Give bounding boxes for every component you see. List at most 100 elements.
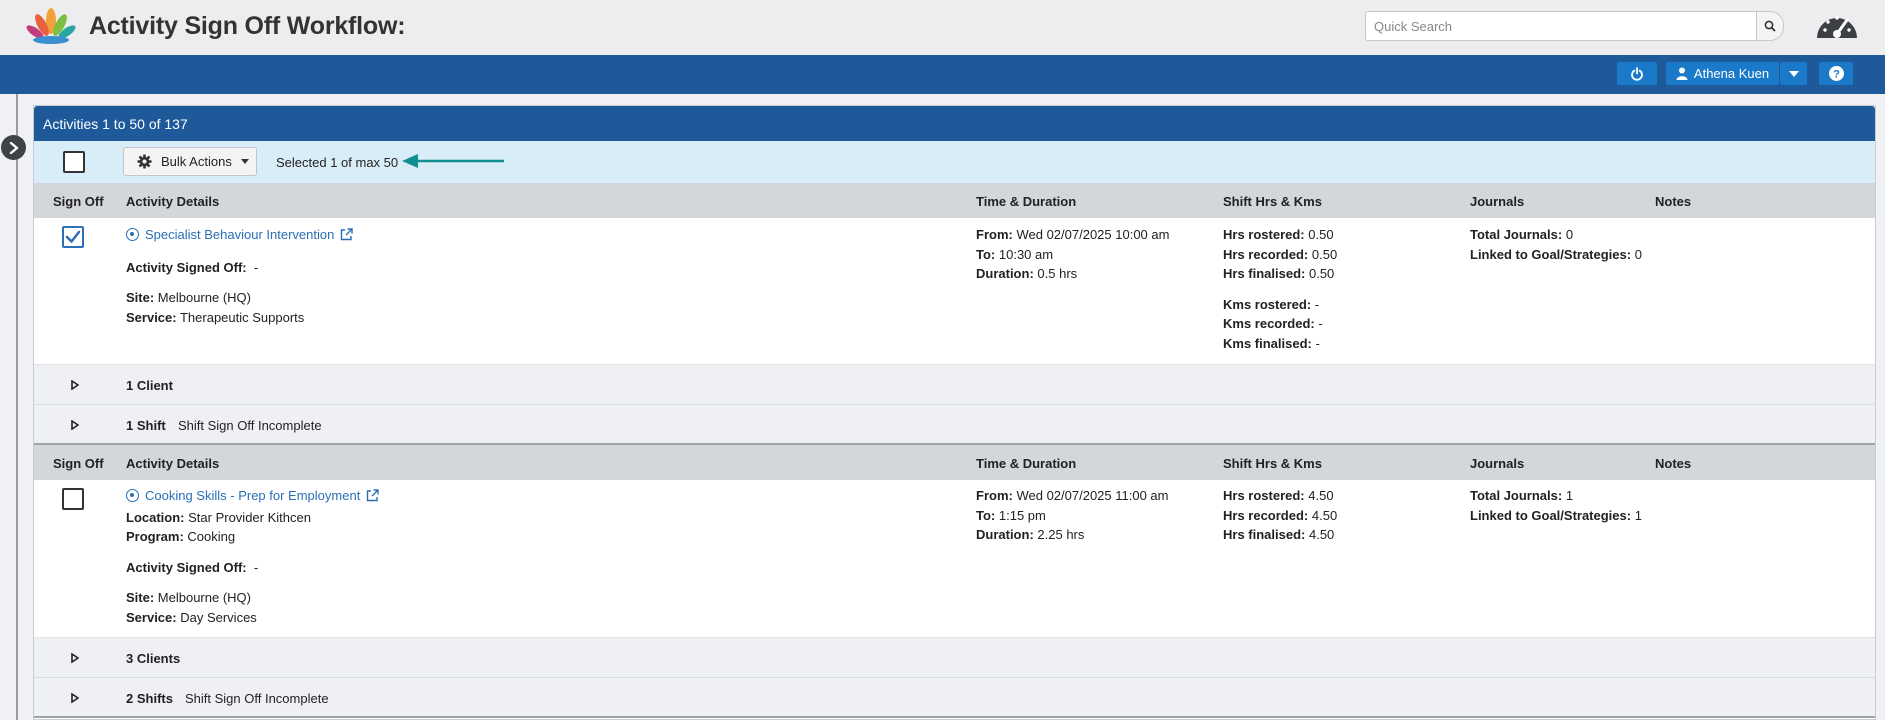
kms-finalised-label: Kms finalised: xyxy=(1223,335,1312,351)
triangle-right-icon xyxy=(71,693,79,703)
clients-expander[interactable]: 3 Clients xyxy=(34,638,1875,678)
panel-title: Activities 1 to 50 of 137 xyxy=(34,106,1875,141)
linked-goals-value: 0 xyxy=(1634,246,1642,262)
program-value: Cooking xyxy=(187,529,236,545)
time-duration: From: Wed 02/07/2025 10:00 am To: 10:30 … xyxy=(976,225,1169,284)
kms-rostered-value: - xyxy=(1314,296,1320,312)
col-activity-details: Activity Details xyxy=(126,456,220,471)
activity-row: Cooking Skills - Prep for Employment Loc… xyxy=(34,480,1875,638)
selected-count: Selected 1 of max 50 xyxy=(276,155,399,170)
hrs-rostered-value: 4.50 xyxy=(1308,488,1334,503)
col-journals: Journals xyxy=(1470,456,1525,471)
column-header: Sign Off Activity Details Time & Duratio… xyxy=(34,183,1875,218)
activity-link[interactable]: Specialist Behaviour Intervention xyxy=(126,225,354,245)
caret-down-icon xyxy=(240,159,249,164)
sign-off-checkbox[interactable] xyxy=(62,488,84,510)
bulk-actions-bar: Bulk Actions Selected 1 of max 50 xyxy=(34,141,1875,183)
total-journals-label: Total Journals: xyxy=(1470,488,1563,503)
col-time-duration: Time & Duration xyxy=(976,194,1077,209)
from-value: Wed 02/07/2025 11:00 am xyxy=(1016,488,1169,503)
clients-expander[interactable]: 1 Client xyxy=(34,365,1875,405)
user-menu-button[interactable]: Athena Kuen xyxy=(1666,62,1779,85)
journals: Total Journals: 1 Linked to Goal/Strateg… xyxy=(1470,486,1642,525)
location-value: Star Provider Kithcen xyxy=(188,509,311,525)
power-icon xyxy=(1631,66,1643,81)
user-menu-dropdown[interactable] xyxy=(1780,62,1807,85)
duration-label: Duration: xyxy=(976,266,1034,281)
activity-details: Cooking Skills - Prep for Employment Loc… xyxy=(126,486,380,627)
location-label: Location: xyxy=(126,509,185,525)
activity-link[interactable]: Cooking Skills - Prep for Employment xyxy=(126,486,380,506)
to-label: To: xyxy=(976,507,996,523)
journals: Total Journals: 0 Linked to Goal/Strateg… xyxy=(1470,225,1642,264)
signed-off-label: Activity Signed Off: xyxy=(126,559,247,575)
col-activity-details: Activity Details xyxy=(126,194,220,209)
quick-search xyxy=(1365,11,1785,41)
shift-hrs-kms: Hrs rostered: 4.50 Hrs recorded: 4.50 Hr… xyxy=(1223,486,1337,545)
service-label: Service: xyxy=(126,309,177,325)
bulk-actions-button[interactable]: Bulk Actions xyxy=(123,147,257,176)
linked-goals-value: 1 xyxy=(1634,507,1642,523)
to-label: To: xyxy=(976,246,996,262)
site-label: Site: xyxy=(126,590,155,606)
hrs-recorded-value: 0.50 xyxy=(1311,246,1338,262)
service-label: Service: xyxy=(126,609,177,625)
side-rail xyxy=(0,94,18,720)
external-link-icon xyxy=(367,489,380,502)
dashboard-gauge-icon[interactable] xyxy=(1813,6,1861,48)
hrs-rostered-value: 0.50 xyxy=(1308,227,1334,242)
hrs-finalised-value: 0.50 xyxy=(1308,266,1335,281)
gear-icon xyxy=(137,154,152,169)
shift-status: Shift Sign Off Incomplete xyxy=(185,691,329,706)
time-duration: From: Wed 02/07/2025 11:00 am To: 1:15 p… xyxy=(976,486,1169,545)
signed-off-value: - xyxy=(253,259,259,275)
lotus-logo[interactable] xyxy=(26,6,76,46)
logout-button[interactable] xyxy=(1617,62,1657,85)
col-sign-off: Sign Off xyxy=(53,194,104,209)
col-notes: Notes xyxy=(1655,194,1692,209)
top-header: Activity Sign Off Workflow: xyxy=(0,0,1885,55)
help-button[interactable]: ? xyxy=(1819,62,1853,85)
col-time-duration: Time & Duration xyxy=(976,456,1077,471)
svg-text:?: ? xyxy=(1833,69,1840,81)
from-value: Wed 02/07/2025 10:00 am xyxy=(1016,227,1170,242)
shifts-count: 1 Shift xyxy=(126,418,166,433)
bulk-actions-label: Bulk Actions xyxy=(161,154,232,169)
user-icon xyxy=(1676,67,1688,80)
external-link-icon xyxy=(341,228,354,241)
shifts-expander[interactable]: 1 Shift Shift Sign Off Incomplete xyxy=(34,405,1875,445)
from-label: From: xyxy=(976,227,1013,242)
linked-goals-label: Linked to Goal/Strategies: xyxy=(1470,246,1632,262)
col-sign-off: Sign Off xyxy=(53,456,104,471)
service-value: Day Services xyxy=(180,609,257,625)
col-journals: Journals xyxy=(1470,194,1525,209)
activity-details: Specialist Behaviour Intervention Activi… xyxy=(126,225,354,327)
clients-count: 3 Clients xyxy=(126,651,181,666)
search-input[interactable] xyxy=(1365,11,1757,41)
to-value: 10:30 am xyxy=(998,246,1054,262)
user-name: Athena Kuen xyxy=(1693,66,1770,81)
total-journals-label: Total Journals: xyxy=(1470,227,1563,242)
hrs-recorded-value: 4.50 xyxy=(1311,507,1338,523)
annotation-arrow xyxy=(402,154,504,168)
sign-off-checkbox[interactable] xyxy=(62,226,84,248)
to-value: 1:15 pm xyxy=(998,507,1046,523)
caret-down-icon xyxy=(1788,70,1799,77)
search-icon xyxy=(1764,20,1776,32)
shifts-expander[interactable]: 2 Shifts Shift Sign Off Incomplete xyxy=(34,678,1875,718)
hrs-recorded-label: Hrs recorded: xyxy=(1223,246,1309,262)
hrs-rostered-label: Hrs rostered: xyxy=(1223,488,1305,503)
sidebar-toggle-button[interactable] xyxy=(1,135,26,160)
shift-hrs-kms: Hrs rostered: 0.50 Hrs recorded: 0.50 Hr… xyxy=(1223,225,1337,353)
site-value: Melbourne (HQ) xyxy=(157,290,251,306)
checkmark-icon xyxy=(65,230,81,243)
select-all-checkbox[interactable] xyxy=(63,151,85,173)
from-label: From: xyxy=(976,488,1013,503)
activity-row: Specialist Behaviour Intervention Activi… xyxy=(34,218,1875,365)
hrs-finalised-label: Hrs finalised: xyxy=(1223,266,1306,281)
shift-status: Shift Sign Off Incomplete xyxy=(178,418,322,433)
duration-value: 0.5 hrs xyxy=(1037,266,1078,281)
activity-name: Cooking Skills - Prep for Employment xyxy=(145,488,361,503)
hrs-finalised-label: Hrs finalised: xyxy=(1223,527,1306,542)
search-button[interactable] xyxy=(1756,11,1784,41)
